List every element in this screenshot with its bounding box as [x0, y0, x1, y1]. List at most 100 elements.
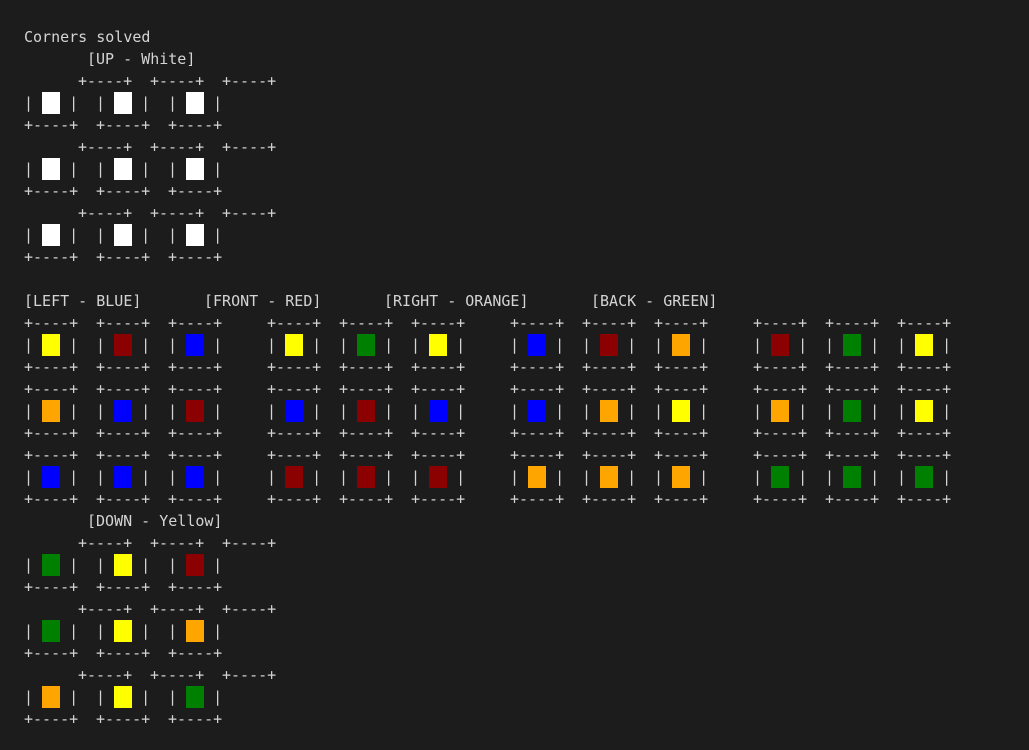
cell-border-top: +----+ — [96, 380, 151, 398]
sticker-back-1-1 — [843, 400, 861, 422]
terminal-output: Corners solved [UP - White] [LEFT - BLUE… — [0, 0, 1029, 750]
cell-border-bottom: +----+ — [510, 490, 565, 508]
sticker-down-0-0 — [42, 554, 60, 576]
sticker-back-2-0 — [771, 466, 789, 488]
cell-border-top: +----+ — [78, 204, 133, 222]
cell-border-bottom: +----+ — [582, 424, 637, 442]
sticker-up-0-1 — [114, 92, 132, 114]
sticker-left-1-1 — [114, 400, 132, 422]
cell-border-top: +----+ — [96, 446, 151, 464]
cell-border-top: +----+ — [510, 380, 565, 398]
status-line: Corners solved — [24, 28, 151, 46]
sticker-right-1-1 — [600, 400, 618, 422]
cell-border-top: +----+ — [825, 380, 880, 398]
cell-border-bottom: +----+ — [753, 358, 808, 376]
cell-border-bottom: +----+ — [24, 358, 79, 376]
sticker-back-2-1 — [843, 466, 861, 488]
sticker-down-1-0 — [42, 620, 60, 642]
cell-border-bottom: +----+ — [267, 424, 322, 442]
cell-border-top: +----+ — [150, 72, 205, 90]
sticker-back-2-2 — [915, 466, 933, 488]
sticker-down-2-2 — [186, 686, 204, 708]
cell-border-top: +----+ — [78, 600, 133, 618]
sticker-up-2-1 — [114, 224, 132, 246]
cell-border-bottom: +----+ — [24, 710, 79, 728]
cell-border-top: +----+ — [411, 380, 466, 398]
cell-border-top: +----+ — [267, 446, 322, 464]
cell-border-top: +----+ — [150, 204, 205, 222]
sticker-up-1-1 — [114, 158, 132, 180]
cell-border-bottom: +----+ — [24, 490, 79, 508]
cell-border-bottom: +----+ — [825, 424, 880, 442]
cell-border-bottom: +----+ — [825, 358, 880, 376]
face-label-left: [LEFT - BLUE] — [24, 292, 142, 310]
cell-border-bottom: +----+ — [24, 182, 79, 200]
cell-border-bottom: +----+ — [96, 578, 151, 596]
cell-border-top: +----+ — [339, 380, 394, 398]
cell-border-bottom: +----+ — [168, 710, 223, 728]
sticker-left-2-0 — [42, 466, 60, 488]
sticker-up-0-0 — [42, 92, 60, 114]
sticker-right-0-2 — [672, 334, 690, 356]
cell-border-bottom: +----+ — [753, 424, 808, 442]
sticker-right-1-2 — [672, 400, 690, 422]
sticker-front-0-2 — [429, 334, 447, 356]
sticker-right-0-1 — [600, 334, 618, 356]
sticker-left-0-1 — [114, 334, 132, 356]
cell-border-top: +----+ — [582, 446, 637, 464]
cell-border-top: +----+ — [222, 138, 277, 156]
cell-border-top: +----+ — [825, 314, 880, 332]
sticker-back-0-0 — [771, 334, 789, 356]
sticker-left-0-2 — [186, 334, 204, 356]
sticker-front-0-1 — [357, 334, 375, 356]
cell-border-bottom: +----+ — [510, 424, 565, 442]
cell-border-top: +----+ — [78, 138, 133, 156]
sticker-right-0-0 — [528, 334, 546, 356]
cell-border-top: +----+ — [222, 534, 277, 552]
sticker-back-1-2 — [915, 400, 933, 422]
cell-border-bottom: +----+ — [96, 358, 151, 376]
cell-border-top: +----+ — [168, 446, 223, 464]
cell-border-top: +----+ — [582, 314, 637, 332]
sticker-front-1-2 — [429, 400, 447, 422]
sticker-down-0-1 — [114, 554, 132, 576]
face-label-right: [RIGHT - ORANGE] — [384, 292, 529, 310]
sticker-back-0-2 — [915, 334, 933, 356]
cell-border-bottom: +----+ — [582, 490, 637, 508]
sticker-down-0-2 — [186, 554, 204, 576]
cell-border-top: +----+ — [897, 446, 952, 464]
cell-border-top: +----+ — [582, 380, 637, 398]
cell-border-bottom: +----+ — [96, 424, 151, 442]
cell-border-bottom: +----+ — [24, 644, 79, 662]
cell-border-top: +----+ — [654, 446, 709, 464]
cell-border-top: +----+ — [150, 600, 205, 618]
cell-border-bottom: +----+ — [168, 248, 223, 266]
cell-border-top: +----+ — [654, 380, 709, 398]
sticker-down-1-1 — [114, 620, 132, 642]
cell-border-top: +----+ — [411, 446, 466, 464]
cell-border-bottom: +----+ — [24, 116, 79, 134]
sticker-right-2-1 — [600, 466, 618, 488]
cell-border-bottom: +----+ — [654, 490, 709, 508]
cell-border-top: +----+ — [897, 380, 952, 398]
cell-border-bottom: +----+ — [654, 424, 709, 442]
cell-border-top: +----+ — [267, 380, 322, 398]
sticker-front-2-0 — [285, 466, 303, 488]
cell-border-bottom: +----+ — [654, 358, 709, 376]
cell-border-bottom: +----+ — [24, 248, 79, 266]
cell-border-top: +----+ — [96, 314, 151, 332]
cell-border-top: +----+ — [897, 314, 952, 332]
cell-border-top: +----+ — [222, 204, 277, 222]
cell-border-top: +----+ — [24, 380, 79, 398]
cell-border-top: +----+ — [510, 446, 565, 464]
sticker-left-2-2 — [186, 466, 204, 488]
cell-border-bottom: +----+ — [339, 424, 394, 442]
cell-border-top: +----+ — [150, 138, 205, 156]
cell-border-top: +----+ — [267, 314, 322, 332]
sticker-up-1-2 — [186, 158, 204, 180]
face-label-back: [BACK - GREEN] — [591, 292, 718, 310]
sticker-up-0-2 — [186, 92, 204, 114]
sticker-right-1-0 — [528, 400, 546, 422]
cell-border-bottom: +----+ — [339, 490, 394, 508]
cell-border-bottom: +----+ — [267, 358, 322, 376]
